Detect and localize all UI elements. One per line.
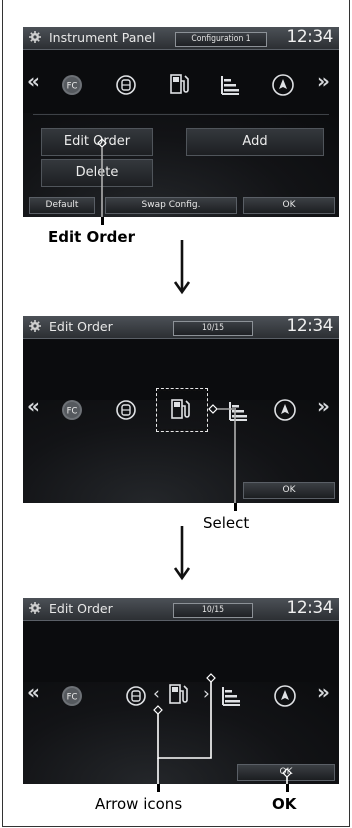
caption-arrow-icons: Arrow icons <box>95 795 183 813</box>
callout-leader-tail <box>234 503 237 511</box>
callout-leader <box>153 673 292 784</box>
callout-leader-tail <box>157 784 160 792</box>
callout-leader-tail <box>286 784 289 792</box>
screen-edit-order-move: Edit Order 10/15 12:34 « FC ‹ › » OK <box>23 598 339 784</box>
screen-edit-order-select: Edit Order 10/15 12:34 « FC » OK <box>23 316 339 503</box>
caption-select: Select <box>203 514 250 532</box>
callout-leader-tail <box>101 217 104 225</box>
down-arrow-icon <box>173 526 191 581</box>
callout-leader <box>208 404 236 503</box>
caption-edit-order: Edit Order <box>48 228 135 246</box>
caption-ok: OK <box>272 795 297 813</box>
down-arrow-icon <box>173 240 191 295</box>
screen-instrument-panel: Instrument Panel Configuration 1 12:34 «… <box>23 27 339 217</box>
callout-leader <box>97 138 107 217</box>
